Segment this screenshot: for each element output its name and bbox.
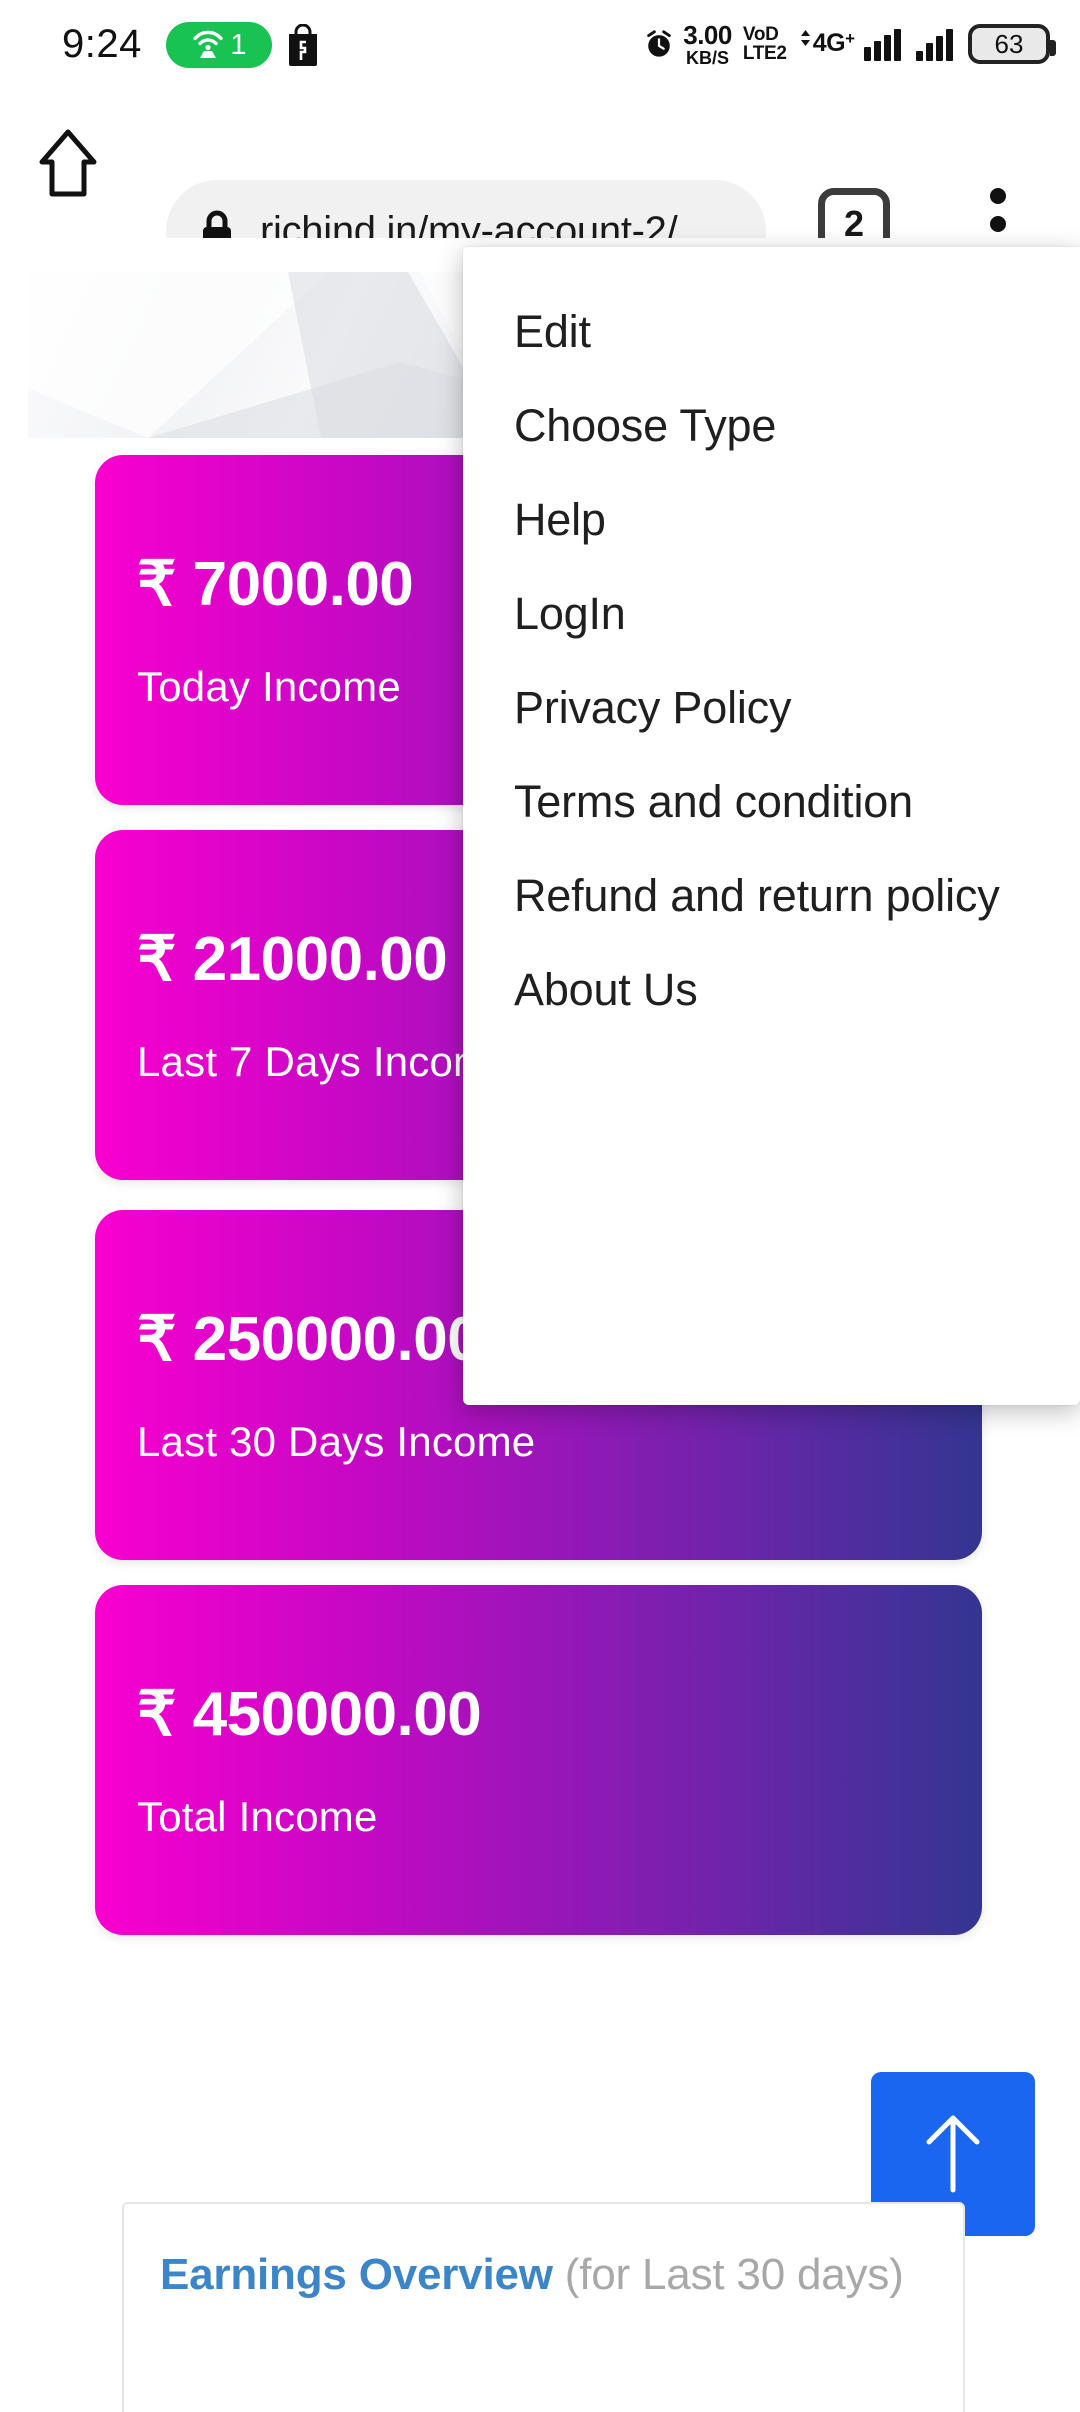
- income-card-amount: ₹ 21000.00: [137, 925, 448, 994]
- network-speed-unit: KB/S: [686, 47, 730, 68]
- menu-item-terms-and-condition[interactable]: Terms and condition: [514, 755, 1074, 849]
- earnings-overview-panel: Earnings Overview (for Last 30 days): [122, 2202, 965, 2412]
- menu-item-choose-type[interactable]: Choose Type: [514, 379, 1074, 473]
- menu-item-label: Terms and condition: [514, 776, 913, 827]
- earnings-overview-title: Earnings Overview: [160, 2250, 553, 2299]
- income-card-label: Today Income: [137, 663, 401, 710]
- menu-item-about-us[interactable]: About Us: [514, 943, 1074, 1037]
- status-right-cluster: 3.00 KB/S VoD LTE2 4G + 63: [644, 14, 1056, 74]
- page-overflow-menu: Edit Choose Type Help LogIn Privacy Poli…: [463, 247, 1080, 1405]
- income-card-amount: ₹ 7000.00: [137, 550, 414, 619]
- income-card-amount: ₹ 450000.00: [137, 1680, 482, 1749]
- signal-bars-sim1-icon: [864, 27, 901, 61]
- income-card-total[interactable]: ₹ 450000.00 Total Income: [95, 1585, 982, 1935]
- menu-item-refund-and-return-policy[interactable]: Refund and return policy: [514, 849, 1074, 943]
- network-speed: 3.00 KB/S: [683, 22, 732, 67]
- battery-icon: 63: [968, 24, 1056, 64]
- income-card-label: Last 30 Days Income: [137, 1418, 536, 1465]
- phone-screen: 9:24 1 3.00 KB/S VoD LTE2 4G + 63 richin…: [0, 0, 1080, 2412]
- earnings-overview-subtitle: (for Last 30 days): [552, 2250, 904, 2299]
- menu-item-help[interactable]: Help: [514, 473, 1074, 567]
- menu-item-edit[interactable]: Edit: [514, 285, 1074, 379]
- home-icon: [39, 129, 97, 197]
- data-transfer-arrows-icon: [800, 30, 810, 46]
- network-type-label: 4G: [812, 29, 846, 57]
- income-card-amount: ₹ 250000.00: [137, 1305, 482, 1374]
- network-plus: +: [845, 29, 855, 48]
- wifi-hotspot-glyph: [193, 30, 224, 58]
- shopping-bag-app-icon: [285, 23, 321, 66]
- browser-toolbar: richind.in/my-account-2/ 2: [0, 88, 1080, 282]
- wifi-hotspot-icon: 1: [166, 22, 272, 68]
- network-type-icon: 4G +: [798, 29, 855, 59]
- income-card-label: Last 7 Days Income: [137, 1038, 512, 1085]
- hotspot-count: 1: [230, 28, 247, 61]
- menu-item-label: Help: [514, 494, 606, 545]
- menu-item-label: Choose Type: [514, 400, 777, 451]
- menu-item-privacy-policy[interactable]: Privacy Policy: [514, 661, 1074, 755]
- home-button[interactable]: [26, 122, 110, 206]
- menu-item-label: Privacy Policy: [514, 682, 792, 733]
- alarm-clock-icon: [647, 30, 672, 57]
- status-clock: 9:24: [62, 22, 142, 66]
- arrow-up-icon: [926, 2115, 980, 2193]
- volte-icon: VoD LTE2: [742, 23, 787, 64]
- status-bar: 9:24 1 3.00 KB/S VoD LTE2 4G + 63: [0, 0, 1080, 88]
- income-card-label: Total Income: [137, 1793, 378, 1840]
- menu-item-label: Refund and return policy: [514, 870, 1000, 921]
- menu-item-label: Edit: [514, 306, 591, 357]
- signal-bars-sim2-icon: [916, 27, 953, 61]
- menu-item-login[interactable]: LogIn: [514, 567, 1074, 661]
- network-speed-value: 3.00: [683, 19, 732, 50]
- volte-line-2: LTE2: [742, 43, 787, 64]
- battery-percent: 63: [994, 28, 1024, 59]
- menu-item-label: LogIn: [514, 588, 626, 639]
- volte-line-1: VoD: [742, 23, 779, 45]
- earnings-overview-heading: Earnings Overview (for Last 30 days): [160, 2242, 940, 2309]
- menu-item-label: About Us: [514, 964, 698, 1015]
